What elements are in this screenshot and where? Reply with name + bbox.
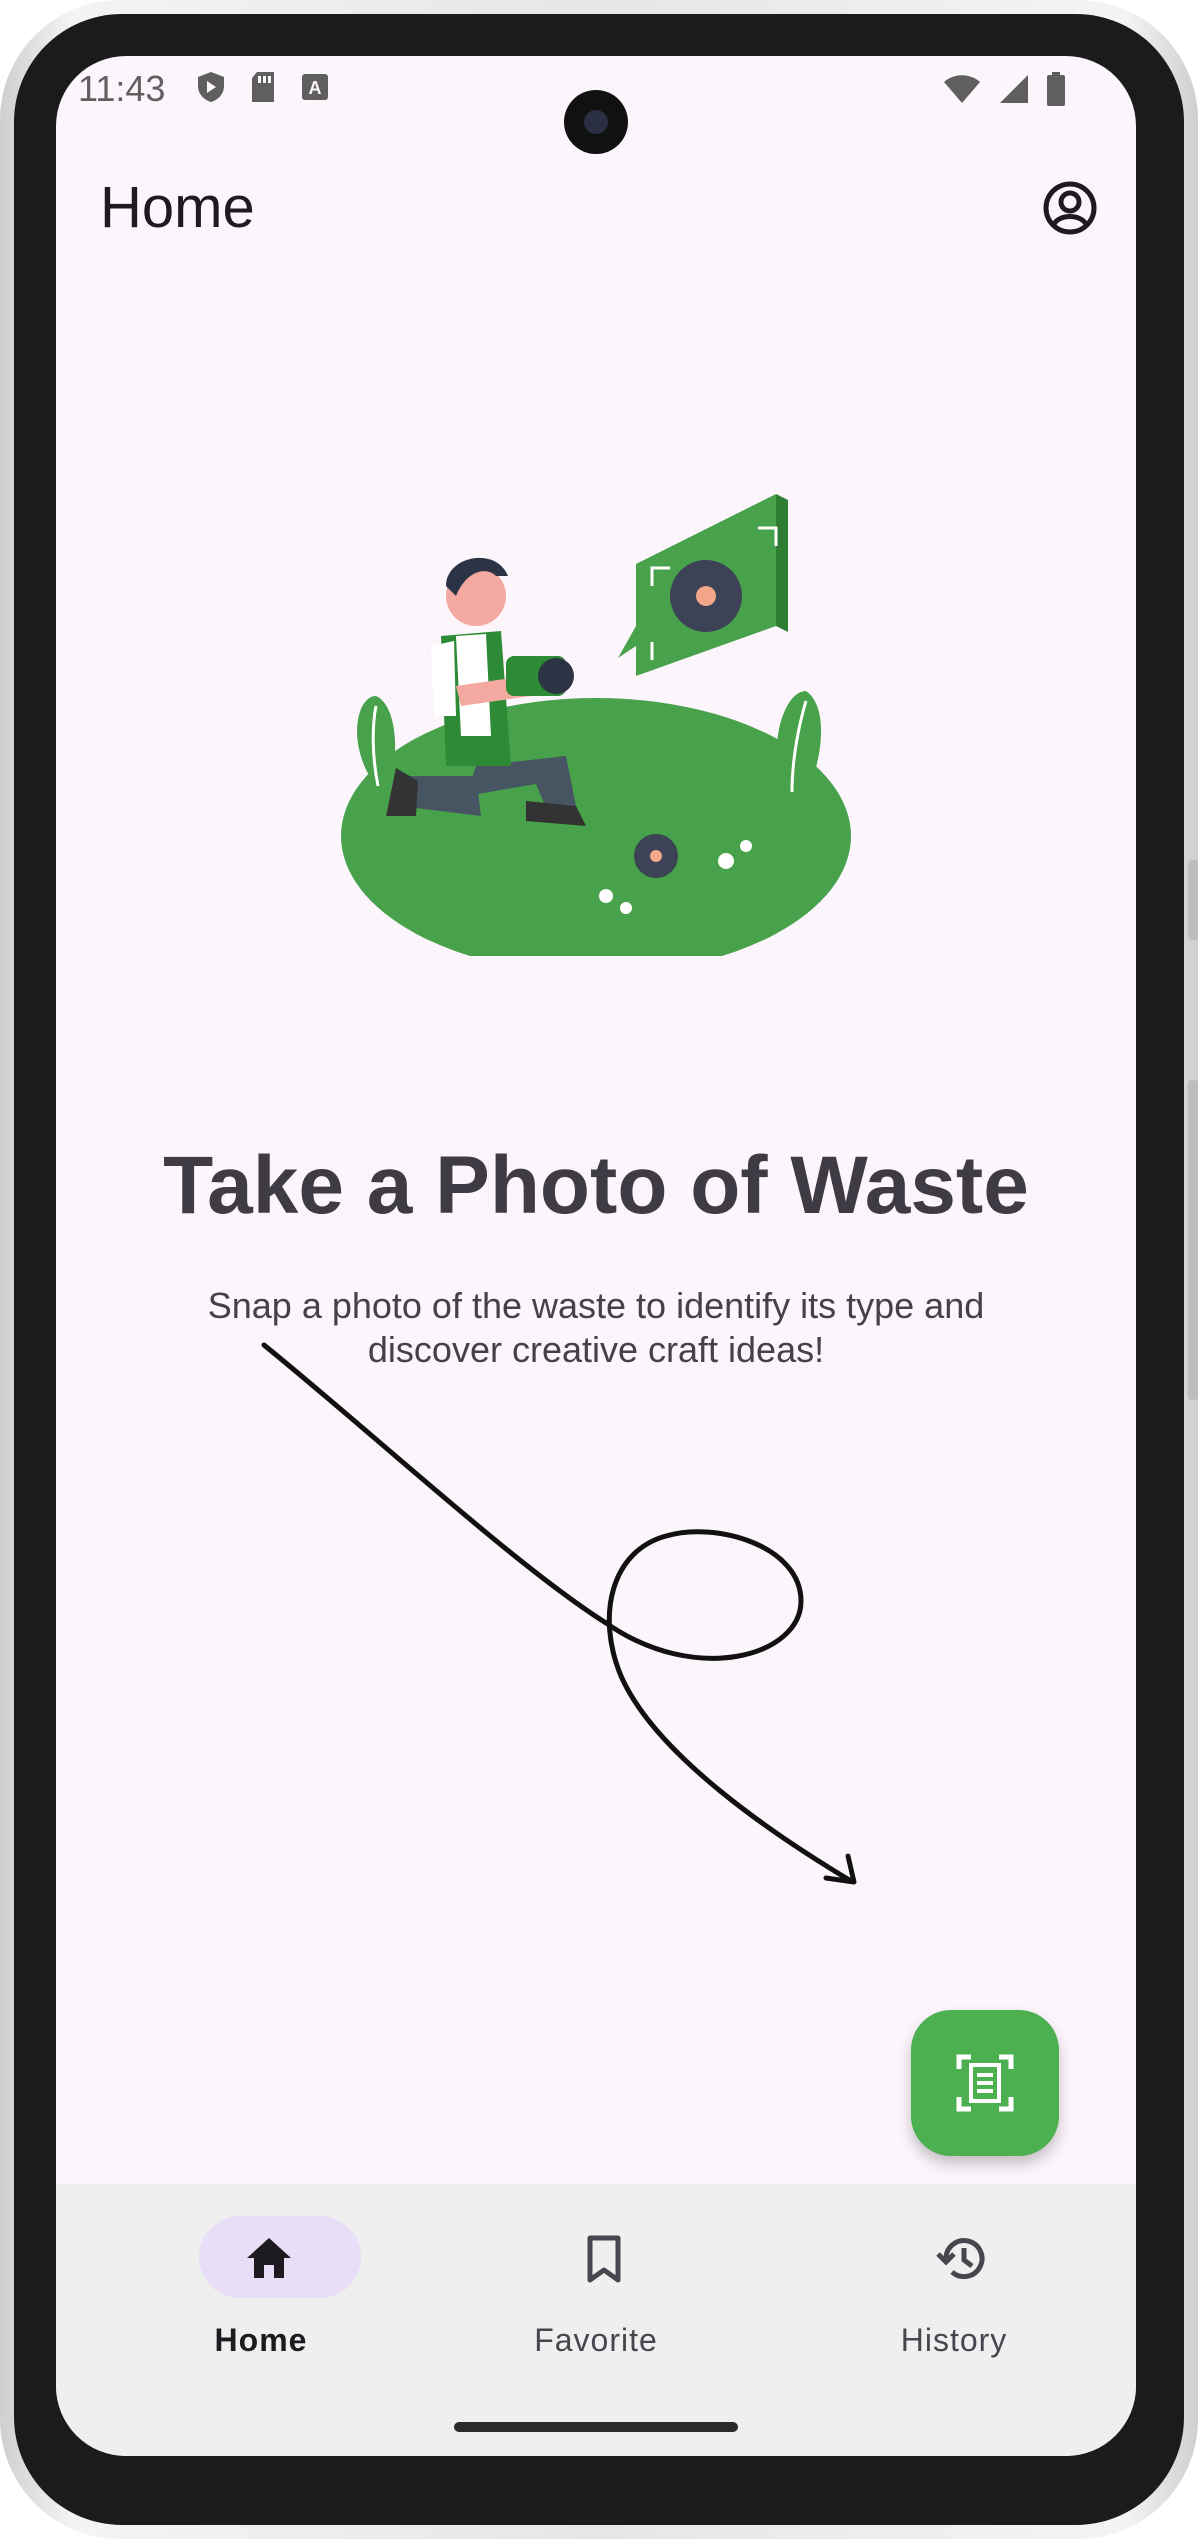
nav-label-favorite: Favorite [534,2322,658,2358]
front-camera [564,90,628,154]
bottom-navigation: Home Favorite History [56,2184,1136,2456]
app-screen: 11:43 A Home Take a Photo of Waste Snap … [56,56,1136,2456]
account-circle-icon[interactable] [1034,172,1106,244]
status-notification-icons: A [196,70,330,104]
scan-fab-button[interactable] [911,2010,1059,2156]
nav-item-home[interactable]: Home [111,2184,411,2384]
battery-icon [1047,72,1065,106]
status-system-icons [942,72,1066,106]
home-icon [247,2238,291,2278]
status-time: 11:43 [78,68,166,109]
gesture-navigation-bar[interactable] [454,2422,738,2432]
volume-button [1188,1080,1198,1400]
shield-icon [198,72,224,102]
signal-icon [1000,75,1028,103]
history-icon [936,2238,985,2280]
nav-label-home: Home [214,2322,308,2358]
sd-card-icon [252,72,274,102]
headline: Take a Photo of Waste [163,1140,1029,1231]
description-text: Snap a photo of the waste to identify it… [207,1285,985,1370]
bookmark-icon [587,2235,621,2283]
keyboard-a-icon: A [302,74,328,100]
page-title: Home [100,175,255,240]
photographer-illustration [341,494,851,956]
wifi-icon [944,75,980,103]
nav-item-favorite[interactable]: Favorite [446,2184,746,2384]
nav-label-history: History [900,2322,1008,2358]
nav-item-history[interactable]: History [804,2184,1104,2384]
svg-text:A: A [309,78,322,98]
document-scanner-icon [956,2054,1014,2112]
side-button [1188,860,1198,940]
